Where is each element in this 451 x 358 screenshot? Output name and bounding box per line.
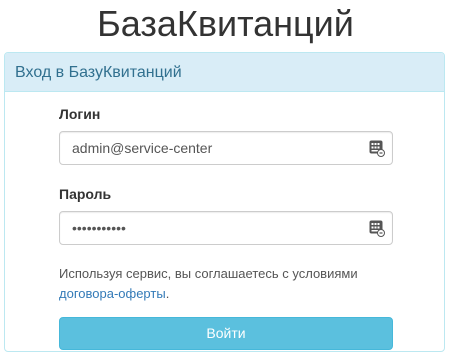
password-input[interactable] — [60, 212, 392, 244]
app-title: БазаКвитанций — [97, 3, 354, 44]
terms-notice: Используя сервис, вы соглашаетесь с усло… — [59, 264, 393, 304]
login-page: БазаКвитанций Вход в БазуКвитанций Логин — [0, 0, 451, 358]
login-input[interactable] — [60, 132, 392, 164]
login-form: Логин Пароль — [59, 105, 393, 350]
login-field-wrapper — [59, 131, 393, 165]
login-panel: Вход в БазуКвитанций Логин admin@service… — [4, 52, 445, 352]
login-label: Логин — [59, 106, 101, 122]
login-button[interactable]: Войти — [59, 317, 393, 350]
password-field-wrapper — [59, 211, 393, 245]
terms-period: . — [165, 286, 170, 301]
password-manager-icon[interactable] — [369, 220, 385, 237]
offer-agreement-link[interactable]: договора-оферты — [59, 286, 166, 301]
password-manager-icon[interactable] — [369, 140, 385, 157]
password-label: Пароль — [59, 186, 112, 202]
panel-heading: Вход в БазуКвитанций — [5, 53, 444, 92]
terms-text: Используя сервис, вы соглашаетесь с усло… — [59, 266, 358, 281]
